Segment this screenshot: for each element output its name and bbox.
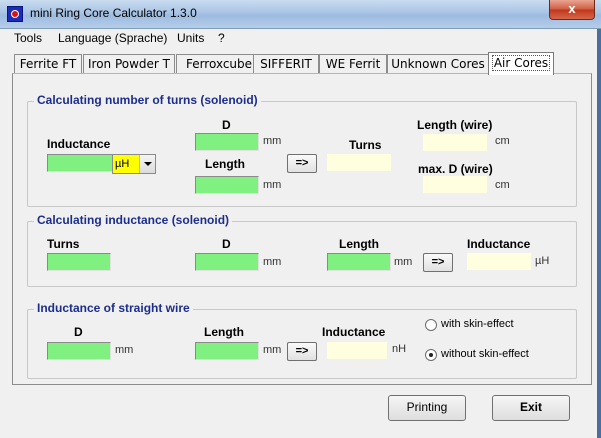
d-unit: mm [263,256,282,268]
air-cores-panel: Calculating number of turns (solenoid) I… [12,73,592,385]
radio-no-skin-effect[interactable] [425,349,437,361]
inductance-input[interactable] [47,154,113,172]
wire-inductance-unit: nH [392,343,407,355]
tab-ferrite-ft[interactable]: Ferrite FT [14,54,82,74]
d-input[interactable] [195,133,259,151]
tab-label: WE Ferrit [325,57,381,71]
close-button[interactable]: x [549,0,595,20]
tab-label: Ferrite FT [19,57,77,71]
inductance-group: Calculating inductance (solenoid) Turns … [27,213,577,287]
inductance-unit-select[interactable]: µH [112,154,156,174]
tab-label: Iron Powder T [87,57,170,71]
no-skin-effect-label: without skin-effect [441,348,529,360]
inductance-unit: µH [535,255,550,267]
exit-button[interactable]: Exit [492,395,570,421]
menu-bar: Tools Language (Sprache) Units ? [0,29,601,48]
d-label: D [222,237,231,251]
d-label: D [222,118,231,132]
max-d-result [423,176,487,193]
menu-units[interactable]: Units [177,31,204,45]
tab-label: Air Cores [491,55,551,71]
d-unit: mm [263,135,282,147]
length-input[interactable] [327,253,391,271]
tab-sifferit[interactable]: SIFFERIT [253,54,319,74]
length-unit: mm [394,256,413,268]
turns-result-label: Turns [349,138,382,152]
chevron-down-icon[interactable] [139,155,155,173]
window-edge [597,29,601,438]
d-label: D [74,325,83,339]
d-input[interactable] [195,253,259,271]
app-icon [7,6,23,22]
turns-label: Turns [47,237,80,251]
d-input[interactable] [47,342,111,360]
length-label: Length [204,325,244,339]
skin-effect-label: with skin-effect [441,318,514,330]
tab-label: Unknown Cores [391,57,485,71]
tab-air-cores[interactable]: Air Cores [488,52,554,75]
d-unit: mm [115,344,134,356]
turns-input[interactable] [47,253,111,271]
wire-length-result [423,134,487,151]
title-bar: mini Ring Core Calculator 1.3.0 x [0,0,601,29]
length-unit: mm [263,179,282,191]
max-d-unit: cm [495,179,510,191]
menu-language[interactable]: Language (Sprache) [58,31,167,45]
wire-group-title: Inductance of straight wire [34,301,193,315]
tab-label: SIFFERIT [260,57,312,71]
menu-tools[interactable]: Tools [14,31,42,45]
calc-turns-button[interactable]: => [287,154,317,173]
turns-group-title: Calculating number of turns (solenoid) [34,93,261,107]
tab-iron-powder-t[interactable]: Iron Powder T [83,54,175,74]
length-unit: mm [263,344,282,356]
tab-we-ferrit[interactable]: WE Ferrit [319,54,387,74]
tab-unknown-cores[interactable]: Unknown Cores [387,54,489,74]
length-label: Length [205,157,245,171]
calc-inductance-button[interactable]: => [423,253,453,272]
wire-length-label: Length (wire) [417,118,493,132]
wire-length-unit: cm [495,135,510,147]
menu-help[interactable]: ? [218,31,225,45]
wire-inductance-label: Inductance [322,325,386,339]
turns-result [327,154,391,171]
inductance-result-label: Inductance [467,237,531,251]
tab-ferroxcube[interactable]: Ferroxcube [176,54,262,74]
length-input[interactable] [195,342,259,360]
length-label: Length [339,237,379,251]
printing-label: Printing [406,400,448,414]
calc-wire-button[interactable]: => [287,342,317,361]
wire-inductance-result [327,342,387,359]
inductance-group-title: Calculating inductance (solenoid) [34,213,233,227]
inductance-label: Inductance [47,137,111,151]
length-input[interactable] [195,176,259,194]
tab-label: Ferroxcube [185,57,253,71]
exit-label: Exit [519,400,542,414]
wire-group: Inductance of straight wire D mm Length … [27,301,577,379]
turns-group: Calculating number of turns (solenoid) I… [27,93,577,207]
window-title: mini Ring Core Calculator 1.3.0 [30,6,197,20]
max-d-label: max. D (wire) [418,162,493,176]
printing-button[interactable]: Printing [388,395,466,421]
inductance-unit-value: µH [113,155,139,173]
inductance-result [467,253,531,270]
radio-skin-effect[interactable] [425,319,437,331]
